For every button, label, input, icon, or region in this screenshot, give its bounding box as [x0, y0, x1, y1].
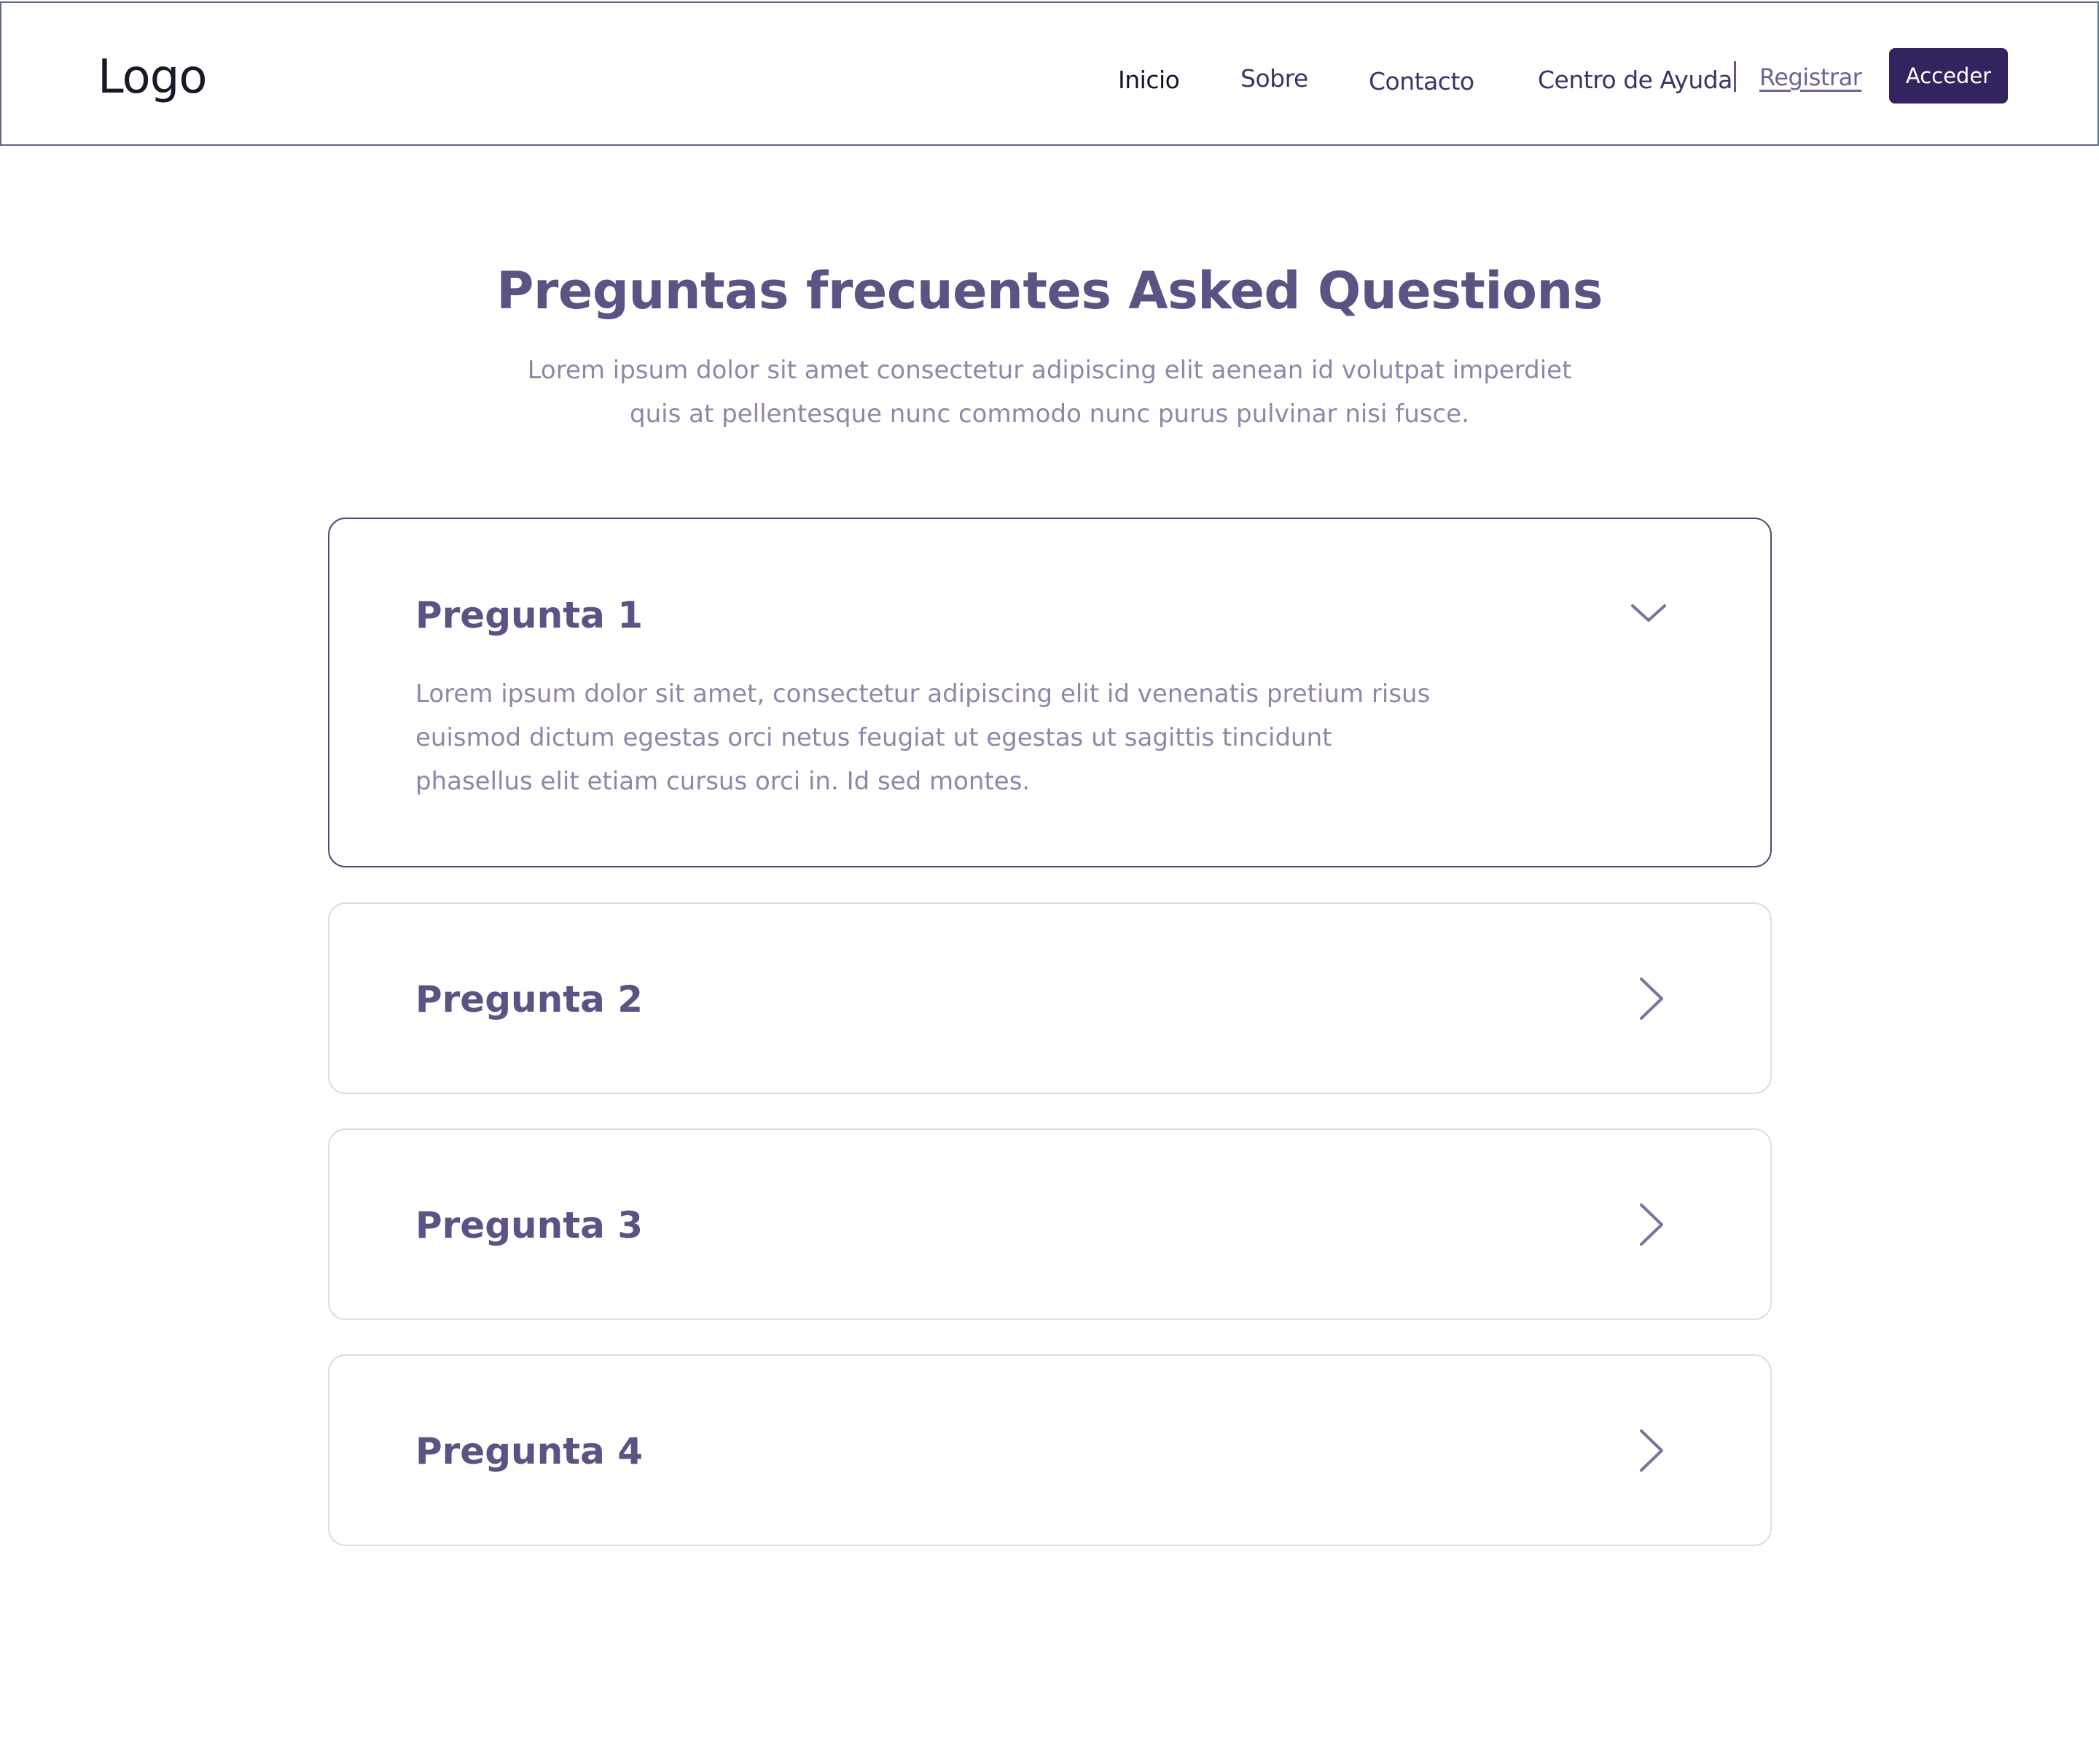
faq-item-3[interactable]: Pregunta 3 [328, 1128, 1772, 1320]
faq-item-4[interactable]: Pregunta 4 [328, 1354, 1772, 1546]
nav-link-centro-de-ayuda[interactable]: Centro de Ayuda [1538, 64, 1732, 96]
faq-question[interactable]: Pregunta 4 [415, 1428, 643, 1475]
faq-answer: Lorem ipsum dolor sit amet, consectetur … [415, 679, 1431, 796]
chevron-right-icon[interactable] [1627, 977, 1670, 1020]
nav-link-contacto[interactable]: Contacto [1369, 66, 1474, 98]
page-subtitle: Lorem ipsum dolor sit amet consectetur a… [527, 356, 1572, 429]
chevron-right-icon[interactable] [1627, 1429, 1670, 1472]
nav-link-inicio[interactable]: Inicio [1118, 64, 1180, 96]
faq-question[interactable]: Pregunta 2 [415, 976, 643, 1023]
site-header: Logo Inicio Sobre Contacto Centro de Ayu… [0, 1, 2099, 146]
faq-question[interactable]: Pregunta 1 [415, 592, 643, 639]
nav-link-sobre[interactable]: Sobre [1240, 63, 1308, 95]
faq-item-1[interactable]: Pregunta 1 Lorem ipsum dolor sit amet, c… [328, 518, 1772, 867]
chevron-right-icon[interactable] [1627, 1203, 1670, 1246]
login-button[interactable]: Acceder [1889, 48, 2008, 104]
logo[interactable]: Logo [98, 48, 207, 106]
nav-divider [1734, 61, 1736, 92]
page-title: Preguntas frecuentes Asked Questions [496, 261, 1603, 321]
register-link[interactable]: Registrar [1759, 61, 1862, 93]
faq-item-2[interactable]: Pregunta 2 [328, 902, 1772, 1094]
faq-question[interactable]: Pregunta 3 [415, 1202, 643, 1249]
chevron-down-icon[interactable] [1627, 593, 1670, 636]
